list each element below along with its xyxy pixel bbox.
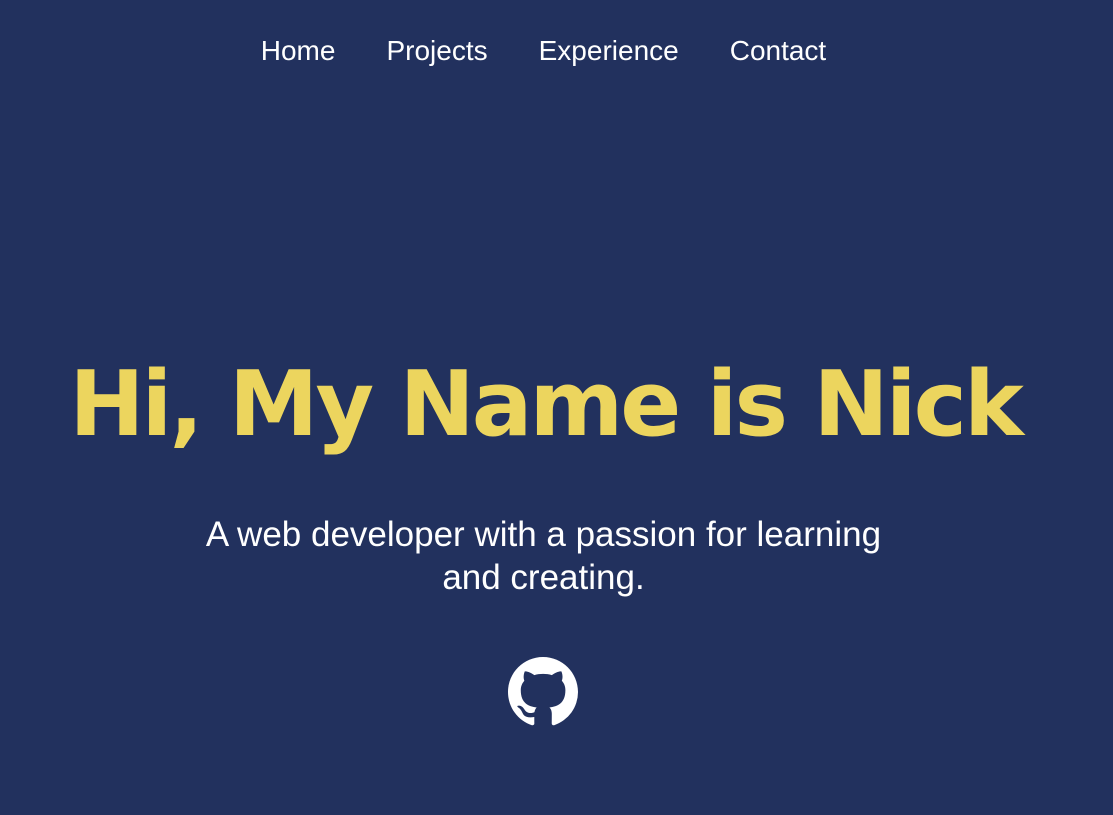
nav-home-link[interactable]: Home — [261, 33, 336, 69]
hero-tagline: A web developer with a passion for learn… — [205, 515, 882, 597]
main-nav: Home Projects Experience Contact — [0, 33, 1087, 69]
github-link[interactable] — [508, 657, 578, 727]
nav-experience-link[interactable]: Experience — [539, 33, 679, 69]
github-icon — [508, 657, 578, 726]
hero-title: Hi, My Name is Nick — [69, 352, 1024, 457]
nav-contact-link[interactable]: Contact — [730, 33, 827, 69]
nav-projects-link[interactable]: Projects — [386, 33, 487, 69]
